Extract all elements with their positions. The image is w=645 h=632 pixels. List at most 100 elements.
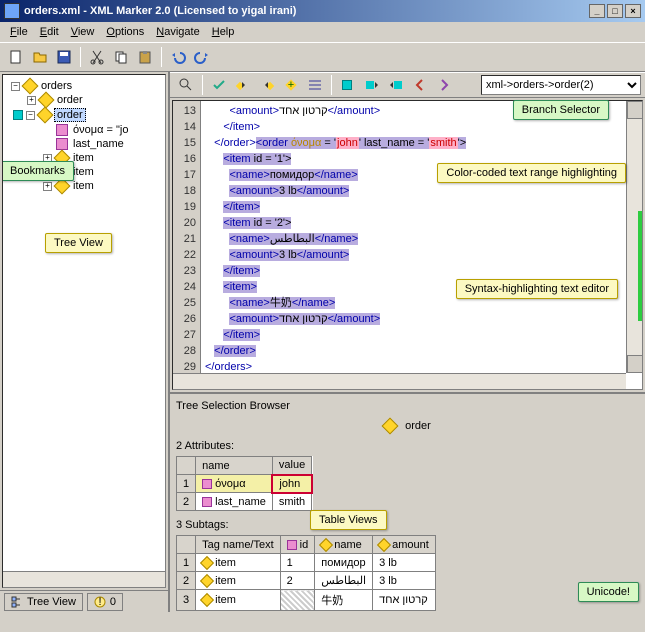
tree-node[interactable]: + item [7, 179, 161, 193]
callout-color-highlight: Color-coded text range highlighting [437, 163, 626, 183]
element-icon [37, 107, 54, 124]
menu-options[interactable]: Options [100, 24, 150, 40]
maximize-button[interactable]: □ [607, 4, 623, 18]
indent-icon[interactable] [304, 74, 326, 96]
line-gutter: 1314151617181920212223242526272829 [173, 101, 201, 389]
attribute-icon [202, 497, 212, 507]
element-icon [200, 593, 214, 607]
next-node-icon[interactable] [256, 74, 278, 96]
minimize-button[interactable]: _ [589, 4, 605, 18]
tree-view-tab[interactable]: Tree View [4, 593, 83, 611]
col-tag[interactable]: Tag name/Text [196, 536, 281, 554]
expander-icon[interactable]: + [27, 96, 36, 105]
subtags-table[interactable]: Tag name/Text id name amount 1 item 1 по… [176, 535, 436, 611]
callout-bookmarks: Bookmarks [2, 161, 74, 181]
tab-label: Tree View [27, 596, 76, 608]
title-bar: orders.xml - XML Marker 2.0 (Licensed to… [0, 0, 645, 22]
copy-icon[interactable] [110, 46, 132, 68]
table-row[interactable]: 2 last_name smith [177, 493, 312, 511]
expander-icon[interactable]: − [26, 111, 35, 120]
callout-unicode: Unicode! [578, 582, 639, 602]
left-pane: − orders + order − order όνομα = "jo [0, 72, 170, 612]
element-icon [319, 538, 333, 552]
browser-type: order [176, 420, 639, 432]
type-label: order [405, 420, 431, 432]
error-count: 0 [110, 596, 116, 608]
bookmark-toggle-icon[interactable] [337, 74, 359, 96]
window-title: orders.xml - XML Marker 2.0 (Licensed to… [24, 5, 296, 17]
close-button[interactable]: × [625, 4, 641, 18]
attribute-icon [56, 138, 68, 150]
code-area[interactable]: <amount>קרטון אחד</amount> </item> </ord… [201, 101, 642, 389]
prev-bookmark-icon[interactable] [361, 74, 383, 96]
callout-tree-view: Tree View [45, 233, 112, 253]
tree-node-selected[interactable]: − order [7, 107, 161, 123]
next-bookmark-icon[interactable] [385, 74, 407, 96]
expander-icon[interactable]: − [11, 82, 20, 91]
code-editor[interactable]: 1314151617181920212223242526272829 <amou… [172, 100, 643, 390]
tree-label: όνομα = "jo [71, 124, 130, 136]
new-file-icon[interactable] [5, 46, 27, 68]
menu-navigate[interactable]: Navigate [150, 24, 205, 40]
table-row[interactable]: 3 item 牛奶 קרטון אחד [177, 590, 436, 611]
tree-label: item [71, 152, 96, 164]
prev-node-icon[interactable] [232, 74, 254, 96]
branch-selector[interactable]: xml->orders->order(2) [481, 75, 641, 95]
tree-node[interactable]: + order [7, 93, 161, 107]
table-row[interactable]: 2 item 2 البطاطس 3 lb [177, 572, 436, 590]
tree-root[interactable]: − orders [7, 79, 161, 93]
col-name[interactable]: name [315, 536, 373, 554]
table-row[interactable]: 1 όνομα john [177, 475, 312, 493]
element-icon [38, 92, 55, 109]
undo-icon[interactable] [167, 46, 189, 68]
find-icon[interactable] [175, 74, 197, 96]
validate-icon[interactable] [208, 74, 230, 96]
element-icon [377, 538, 391, 552]
subtags-header: 3 Subtags: [176, 519, 639, 531]
expander-icon[interactable]: + [43, 182, 52, 191]
element-icon [200, 574, 214, 588]
col-value[interactable]: value [272, 457, 311, 475]
attribute-icon [202, 479, 212, 489]
scrollbar-horizontal[interactable] [173, 373, 626, 389]
col-amount[interactable]: amount [373, 536, 436, 554]
tree-label: orders [39, 80, 74, 92]
tree-view[interactable]: − orders + order − order όνομα = "jo [2, 74, 166, 588]
right-pane: + xml->orders->order(2) 1314151617181920… [170, 72, 645, 612]
menu-help[interactable]: Help [206, 24, 241, 40]
menu-view[interactable]: View [65, 24, 101, 40]
menu-edit[interactable]: Edit [34, 24, 65, 40]
svg-text:+: + [288, 79, 294, 91]
attributes-header: 2 Attributes: [176, 440, 639, 452]
col-id[interactable]: id [280, 536, 315, 554]
cut-icon[interactable] [86, 46, 108, 68]
redo-icon[interactable] [191, 46, 213, 68]
tree-tabs: Tree View ! 0 [0, 590, 168, 612]
col-name[interactable]: name [196, 457, 273, 475]
open-file-icon[interactable] [29, 46, 51, 68]
menu-file[interactable]: File [4, 24, 34, 40]
bookmark-icon [13, 110, 23, 120]
table-row[interactable]: 1 item 1 помидор 3 lb [177, 554, 436, 572]
tree-label: item [71, 166, 96, 178]
tree-label: last_name [71, 138, 126, 150]
attribute-icon [287, 540, 297, 550]
attribute-icon [56, 124, 68, 136]
save-icon[interactable] [53, 46, 75, 68]
tree-selection-browser: Tree Selection Browser order 2 Attribute… [170, 392, 645, 612]
scrollbar-vertical[interactable] [626, 101, 642, 373]
element-icon [382, 418, 399, 435]
tree-label: order [55, 94, 85, 106]
tree-node[interactable]: όνομα = "jo [7, 123, 161, 137]
errors-tab[interactable]: ! 0 [87, 593, 123, 611]
tree-node[interactable]: last_name [7, 137, 161, 151]
add-node-icon[interactable]: + [280, 74, 302, 96]
nav-forward-icon[interactable] [433, 74, 455, 96]
scrollbar-horizontal[interactable] [3, 571, 165, 587]
svg-text:!: ! [98, 596, 101, 608]
nav-back-icon[interactable] [409, 74, 431, 96]
callout-branch-selector: Branch Selector [513, 100, 609, 120]
attributes-table[interactable]: name value 1 όνομα john 2 last_name smit… [176, 456, 313, 511]
paste-icon[interactable] [134, 46, 156, 68]
menu-bar: File Edit View Options Navigate Help [0, 22, 645, 42]
